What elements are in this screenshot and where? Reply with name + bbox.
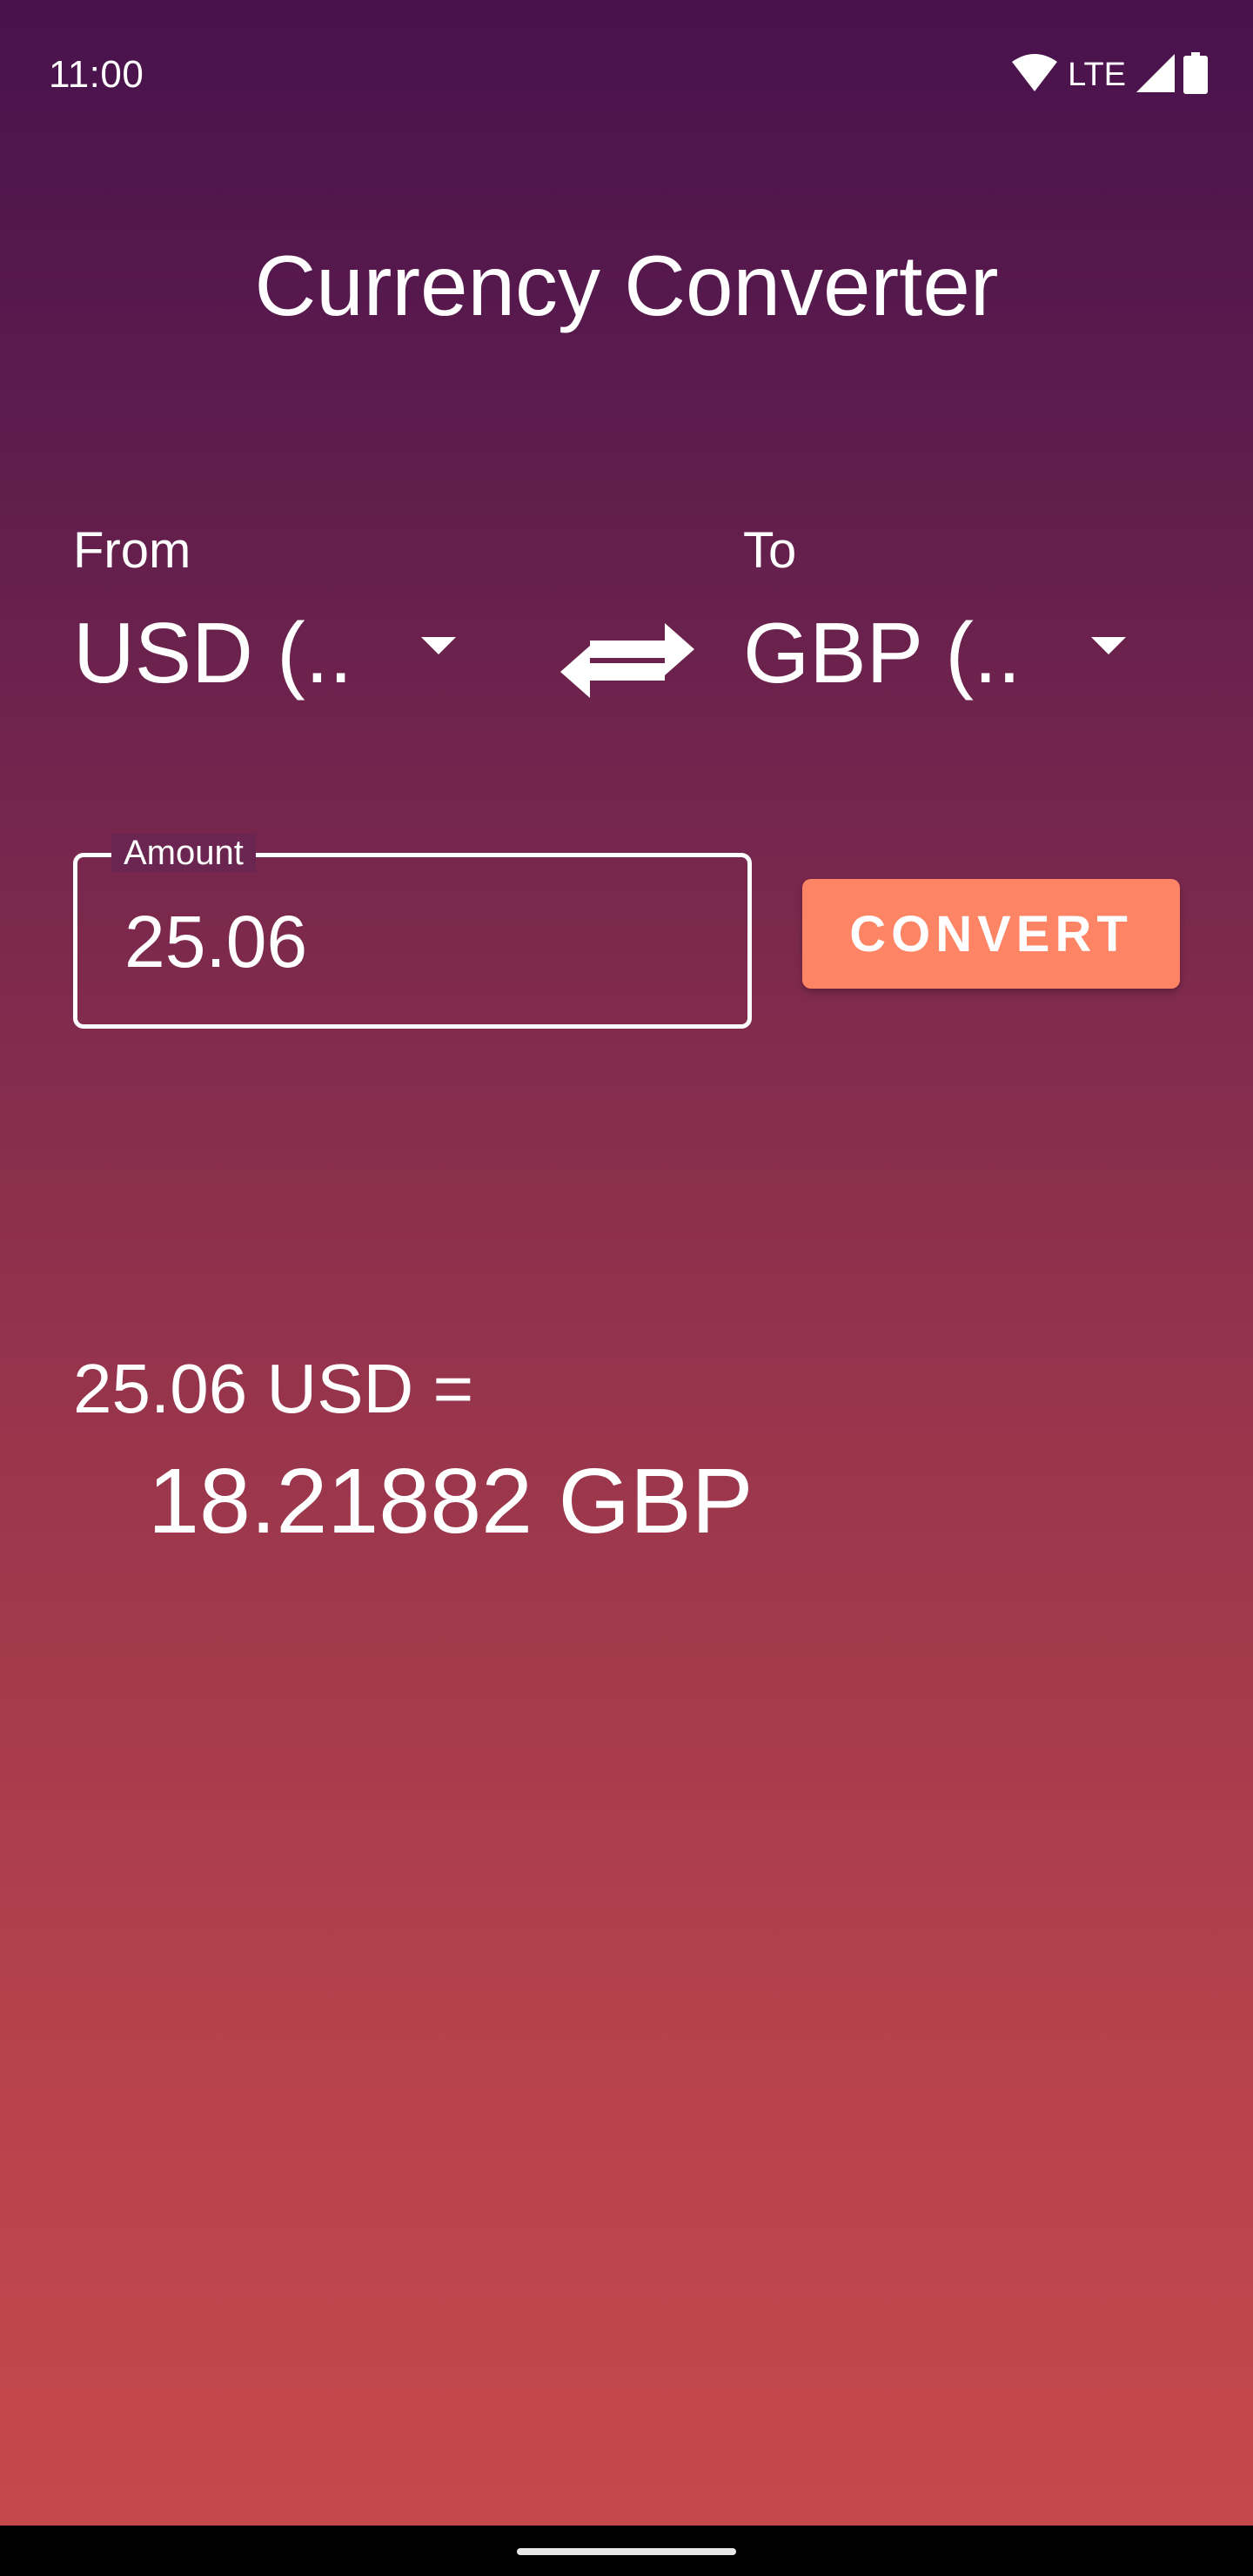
cell-signal-icon bbox=[1136, 53, 1175, 97]
dropdown-arrow-icon bbox=[421, 637, 456, 654]
convert-button[interactable]: CONVERT bbox=[802, 879, 1180, 989]
battery-icon bbox=[1183, 51, 1208, 98]
to-currency-dropdown[interactable]: GBP (.. bbox=[743, 600, 1135, 705]
swap-arrows-icon bbox=[560, 623, 694, 698]
to-currency-value: GBP (.. bbox=[743, 605, 1022, 701]
amount-input[interactable] bbox=[124, 894, 716, 989]
from-currency-dropdown[interactable]: USD (.. bbox=[73, 600, 465, 705]
status-icons: LTE bbox=[1010, 50, 1208, 99]
dropdown-arrow-icon bbox=[1091, 637, 1126, 654]
status-time: 11:00 bbox=[49, 53, 144, 96]
result-target-text: 18.21882 GBP bbox=[148, 1450, 754, 1553]
page-title: Currency Converter bbox=[254, 238, 999, 333]
status-bar: 11:00 LTE bbox=[0, 0, 1253, 148]
network-type-label: LTE bbox=[1068, 57, 1126, 93]
amount-label: Amount bbox=[111, 834, 256, 872]
result-source-text: 25.06 USD = bbox=[73, 1350, 474, 1427]
swap-currencies-button[interactable] bbox=[555, 590, 700, 708]
to-label: To bbox=[743, 522, 797, 579]
from-currency-value: USD (.. bbox=[73, 605, 353, 701]
from-label: From bbox=[73, 522, 191, 579]
amount-field[interactable] bbox=[73, 853, 752, 1029]
navigation-bar bbox=[0, 2526, 1253, 2576]
gesture-handle[interactable] bbox=[517, 2548, 736, 2555]
wifi-icon bbox=[1010, 53, 1059, 97]
